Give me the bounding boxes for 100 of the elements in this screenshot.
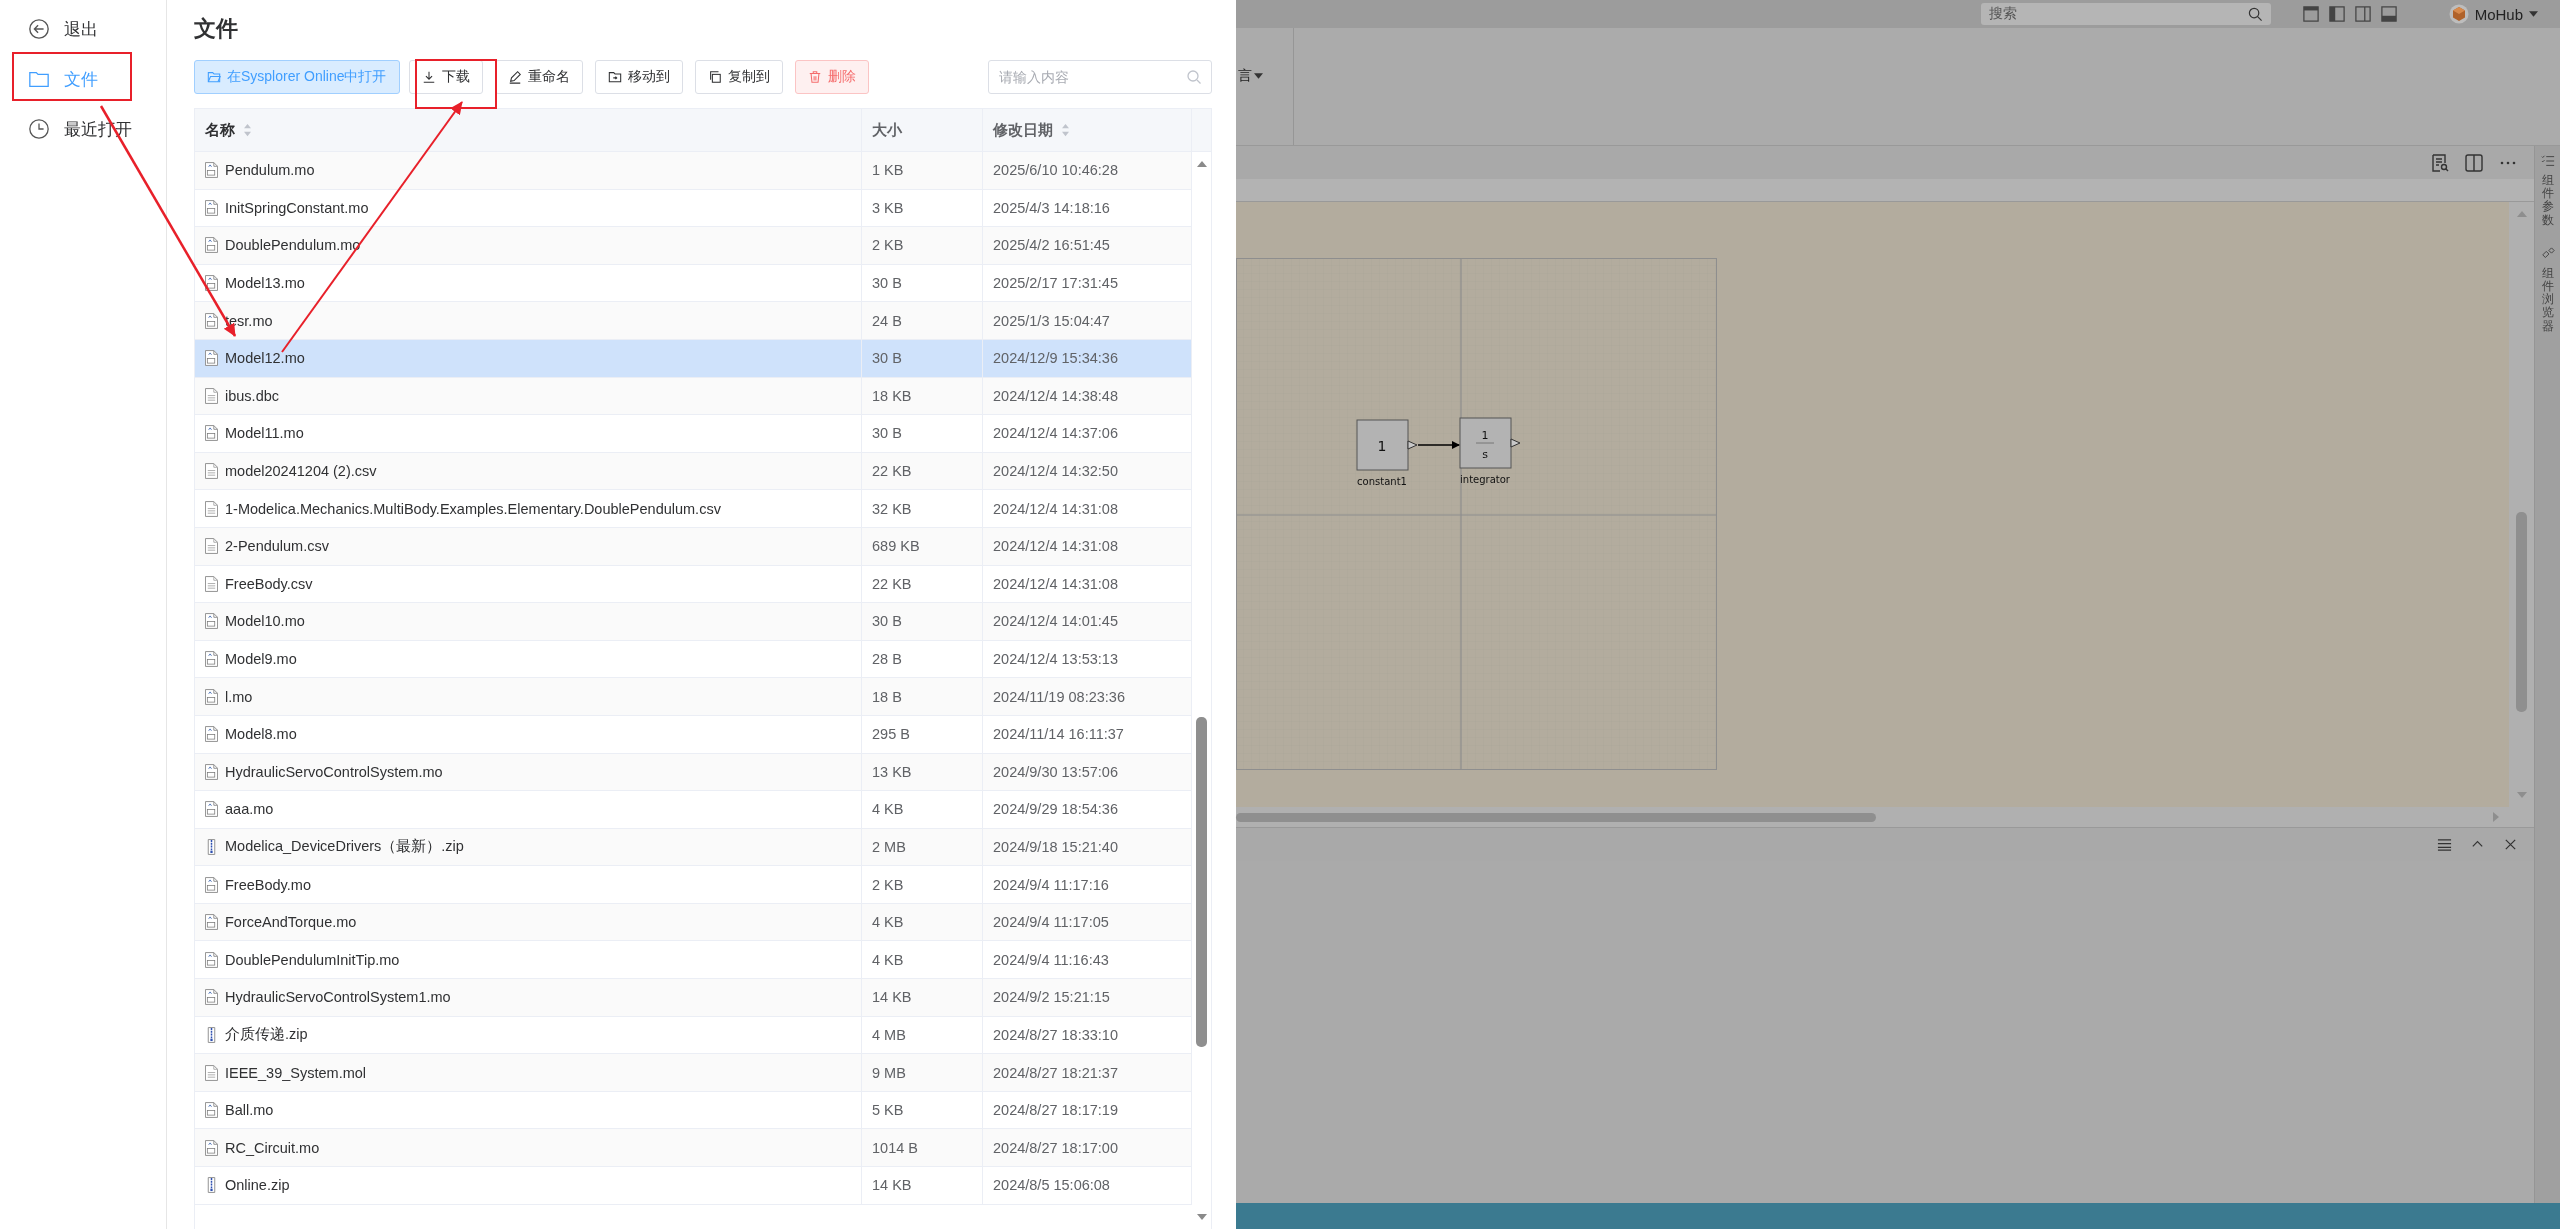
caret-icon[interactable] (2529, 11, 2538, 17)
cube-logo-icon (2448, 4, 2469, 24)
sort-icon[interactable] (243, 123, 252, 137)
table-row[interactable]: Ball.mo 5 KB 2024/8/27 18:17:19 (195, 1091, 1192, 1130)
menu-icon[interactable] (2437, 837, 2452, 852)
table-row[interactable]: Model10.mo 30 B 2024/12/4 14:01:45 (195, 603, 1192, 641)
modified-date: 2024/8/27 18:17:19 (993, 1102, 1118, 1119)
ribbon-label[interactable]: 言 (1238, 68, 1252, 82)
connection-arrow (1417, 441, 1460, 449)
column-header[interactable]: 大小 (872, 120, 902, 140)
table-row[interactable]: FreeBody.mo 2 KB 2024/9/4 11:17:16 (195, 866, 1192, 904)
integrator-block[interactable] (1459, 417, 1521, 469)
search-icon[interactable] (2247, 6, 2263, 22)
table-row[interactable]: aaa.mo 4 KB 2024/9/29 18:54:36 (195, 791, 1192, 829)
block-value: 1 (1377, 438, 1387, 454)
model-file-icon (205, 914, 218, 931)
block-denominator: s (1482, 448, 1488, 461)
file-name: Ball.mo (225, 1102, 274, 1119)
table-row[interactable]: DoublePendulum.mo 2 KB 2025/4/2 16:51:45 (195, 227, 1192, 265)
column-header[interactable]: 名称 (205, 120, 235, 140)
model-file-icon (205, 312, 218, 329)
document-search-icon[interactable] (2430, 152, 2450, 173)
pencil-icon (507, 70, 522, 84)
table-row[interactable]: model20241204 (2).csv 22 KB 2024/12/4 14:32:50 (195, 452, 1192, 491)
model-file-icon (205, 199, 218, 216)
layout-icon[interactable] (2380, 6, 2397, 22)
search-field[interactable]: 请输入内容 (988, 60, 1212, 94)
components-icon[interactable] (2540, 246, 2555, 261)
model-file-icon (205, 275, 218, 292)
layout-icon[interactable] (2328, 6, 2345, 22)
table-row[interactable]: HydraulicServoControlSystem.mo 13 KB 2024/9/30 13:57:06 (195, 753, 1192, 792)
file-size: 3 KB (872, 199, 904, 216)
scroll-down-icon[interactable] (1195, 1213, 1208, 1221)
table-row[interactable]: Modelica_DeviceDrivers（最新）.zip 2 MB 2024/9/18 15:21:40 (195, 828, 1192, 867)
table-row[interactable]: IEEE_39_System.mol 9 MB 2024/8/27 18:21:37 (195, 1054, 1192, 1092)
diagram-canvas[interactable]: 1 constant1 1 s integrator (1236, 202, 2509, 807)
toolbar-button[interactable]: 移动到 (594, 60, 683, 94)
sidebar-item[interactable]: 退出 (0, 4, 166, 54)
table-row[interactable]: DoublePendulumInitTip.mo 4 KB 2024/9/4 11:16:43 (195, 941, 1192, 980)
table-row[interactable]: Model9.mo 28 B 2024/12/4 13:53:13 (195, 640, 1192, 679)
table-row[interactable]: l.mo 18 B 2024/11/19 08:23:36 (195, 678, 1192, 716)
close-icon[interactable] (2503, 837, 2518, 852)
file-size: 295 B (872, 726, 910, 743)
file-size: 4 KB (872, 951, 904, 968)
table-row[interactable]: 1-Modelica.Mechanics.MultiBody.Examples.Elementary.DoublePendulum.csv 32 KB 2024/12/4 14:31:08 (195, 490, 1192, 528)
user-name[interactable]: MoHub (2474, 5, 2523, 23)
constant-block[interactable] (1356, 419, 1418, 471)
search-field[interactable]: 搜索 (1980, 3, 2271, 25)
zip-file-icon (205, 1177, 218, 1194)
file-size: 4 MB (872, 1026, 906, 1043)
scroll-thumb[interactable] (2516, 512, 2527, 712)
table-row[interactable]: Online.zip 14 KB 2024/8/5 15:06:08 (195, 1167, 1192, 1205)
table-row[interactable]: Pendulum.mo 1 KB 2025/6/10 10:46:28 (195, 152, 1192, 190)
file-name: FreeBody.csv (225, 575, 313, 592)
toolbar-button[interactable]: 下载 (408, 60, 483, 94)
split-view-icon[interactable] (2464, 152, 2484, 173)
modified-date: 2024/12/4 14:01:45 (993, 613, 1118, 630)
table-row[interactable]: Model13.mo 30 B 2025/2/17 17:31:45 (195, 264, 1192, 303)
layout-icon[interactable] (2302, 6, 2319, 22)
sidebar-item[interactable]: 最近打开 (0, 104, 166, 154)
modified-date: 2024/12/4 14:32:50 (993, 463, 1118, 480)
side-tab[interactable]: 组件参数 (2541, 174, 2554, 227)
file-name: Model9.mo (225, 651, 297, 667)
model-file-icon (205, 237, 218, 254)
table-row[interactable]: HydraulicServoControlSystem1.mo 14 KB 2024/9/2 15:21:15 (195, 979, 1192, 1017)
file-size: 30 B (872, 425, 902, 442)
scrollbar[interactable] (2509, 202, 2534, 807)
document-icon (205, 463, 218, 480)
file-name: DoublePendulumInitTip.mo (225, 951, 400, 968)
modified-date: 2024/9/2 15:21:15 (993, 989, 1110, 1006)
side-tab[interactable]: 组件浏览器 (2541, 266, 2554, 333)
table-row[interactable]: ibus.dbc 18 KB 2024/12/4 14:38:48 (195, 377, 1192, 416)
table-row[interactable]: 介质传递.zip 4 MB 2024/8/27 18:33:10 (195, 1016, 1192, 1055)
modified-date: 2024/9/4 11:16:43 (993, 951, 1109, 968)
scroll-thumb[interactable] (1236, 812, 1876, 822)
table-row[interactable]: ForceAndTorque.mo 4 KB 2024/9/4 11:17:05 (195, 903, 1192, 942)
scroll-up-icon[interactable] (1195, 160, 1208, 168)
table-row[interactable]: 2-Pendulum.csv 689 KB 2024/12/4 14:31:08 (195, 527, 1192, 566)
file-name: Model12.mo (225, 350, 305, 367)
file-name: RC_Circuit.mo (225, 1139, 320, 1156)
sort-icon[interactable] (1061, 123, 1070, 137)
layout-icon[interactable] (2354, 6, 2371, 22)
file-size: 32 KB (872, 500, 912, 517)
column-header[interactable]: 修改日期 (993, 120, 1053, 140)
table-row[interactable]: FreeBody.csv 22 KB 2024/12/4 14:31:08 (195, 565, 1192, 604)
table-row[interactable]: Model8.mo 295 B 2024/11/14 16:11:37 (195, 715, 1192, 754)
model-file-icon (205, 1102, 218, 1119)
table-row[interactable]: RC_Circuit.mo 1014 B 2024/8/27 18:17:00 (195, 1129, 1192, 1168)
toolbar-button[interactable]: 复制到 (694, 60, 783, 94)
file-size: 2 KB (872, 237, 904, 254)
download-icon (421, 70, 436, 84)
table-row[interactable]: Model12.mo 30 B 2024/12/9 15:34:36 (195, 339, 1192, 378)
table-row[interactable]: InitSpringConstant.mo 3 KB 2025/4/3 14:18:16 (195, 189, 1192, 228)
document-icon (205, 575, 218, 592)
caret-icon[interactable] (1254, 73, 1263, 79)
list-icon[interactable] (2540, 154, 2555, 168)
toolbar-button[interactable]: 重命名 (494, 60, 583, 94)
scrollbar[interactable] (1236, 807, 2534, 827)
scroll-thumb[interactable] (1196, 717, 1207, 1047)
table-row[interactable]: Model11.mo 30 B 2024/12/4 14:37:06 (195, 415, 1192, 453)
